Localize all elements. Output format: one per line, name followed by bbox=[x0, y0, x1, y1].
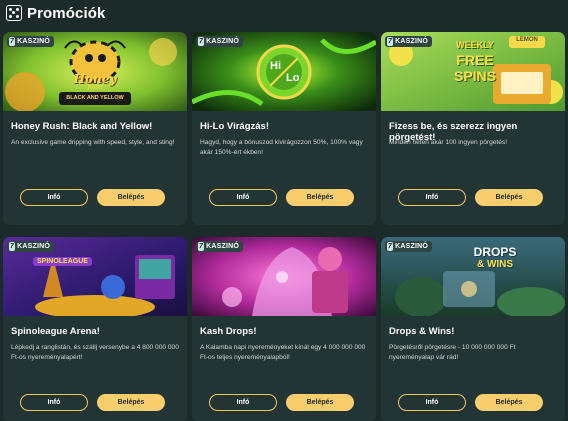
casino-badge: 7 KASZINÓ bbox=[385, 36, 432, 47]
casino-badge: 7 KASZINÓ bbox=[385, 241, 432, 252]
casino-badge: 7 KASZINÓ bbox=[196, 241, 243, 252]
banner-text: WEEKLY bbox=[456, 40, 494, 50]
promo-banner[interactable]: Hi Lo 7 KASZINÓ bbox=[192, 32, 376, 111]
promo-card-hi-lo: Hi Lo 7 KASZINÓ Hi-Lo Virágzás! Hagyd, h… bbox=[192, 32, 376, 225]
promo-title: Honey Rush: Black and Yellow! bbox=[11, 121, 153, 132]
promo-description: Lépkedj a ranglistán, és szállj versenyb… bbox=[11, 344, 179, 361]
banner-text: & WINS bbox=[476, 259, 514, 270]
promo-banner[interactable]: WEEKLY FREE SPINS LEMON 7 KASZINÓ bbox=[381, 32, 565, 111]
info-button[interactable]: Infó bbox=[209, 189, 277, 206]
promo-title: Kash Drops! bbox=[200, 326, 257, 337]
badge-label: KASZINÓ bbox=[395, 243, 428, 250]
promo-card-weekly-free-spins: WEEKLY FREE SPINS LEMON 7 KASZINÓ Fizess… bbox=[381, 32, 565, 225]
promo-title: Hi-Lo Virágzás! bbox=[200, 121, 269, 132]
brand-logo-icon: 7 bbox=[9, 37, 16, 46]
enter-button[interactable]: Belépés bbox=[286, 189, 354, 206]
promo-card-spinoleague: SPINOLEAGUE 7 KASZINÓ Spinoleague Arena!… bbox=[3, 237, 187, 421]
enter-button[interactable]: Belépés bbox=[475, 394, 543, 411]
info-button[interactable]: Infó bbox=[398, 394, 466, 411]
banner-text: Hi bbox=[270, 60, 281, 72]
promo-card-kash-drops: 7 KASZINÓ Kash Drops! A Kalamba napi nye… bbox=[192, 237, 376, 421]
brand-logo-icon: 7 bbox=[198, 242, 205, 251]
enter-button[interactable]: Belépés bbox=[97, 189, 165, 206]
banner-text: LEMON bbox=[516, 37, 538, 43]
enter-button[interactable]: Belépés bbox=[97, 394, 165, 411]
enter-button[interactable]: Belépés bbox=[286, 394, 354, 411]
promo-banner[interactable]: SPINOLEAGUE 7 KASZINÓ bbox=[3, 237, 187, 316]
casino-badge: 7 KASZINÓ bbox=[7, 241, 54, 252]
info-button[interactable]: Infó bbox=[20, 394, 88, 411]
banner-text: SPINOLEAGUE bbox=[33, 257, 92, 266]
promo-title: Spinoleague Arena! bbox=[11, 326, 100, 337]
casino-badge: 7 KASZINÓ bbox=[196, 36, 243, 47]
casino-badge: 7 KASZINÓ bbox=[7, 36, 54, 47]
info-button[interactable]: Infó bbox=[398, 189, 466, 206]
banner-text: SPINS bbox=[453, 68, 496, 84]
page-header: Promóciók bbox=[6, 3, 105, 23]
brand-logo-icon: 7 bbox=[387, 37, 394, 46]
promo-banner[interactable]: 7 KASZINÓ bbox=[192, 237, 376, 316]
promo-description: A Kalamba napi nyereményeket kínál egy 4… bbox=[200, 344, 366, 361]
badge-label: KASZINÓ bbox=[17, 243, 50, 250]
promo-banner[interactable]: Honey Rush BLACK AND YELLOW 7 KASZINÓ bbox=[3, 32, 187, 111]
promo-description: Minden héten akár 100 ingyen pörgetés! bbox=[389, 139, 508, 146]
badge-label: KASZINÓ bbox=[395, 38, 428, 45]
banner-text: Lo bbox=[286, 72, 300, 84]
promo-description: Pörgetésről pörgetésre - 10 000 000 000 … bbox=[389, 344, 516, 361]
promotions-grid: Honey Rush BLACK AND YELLOW 7 KASZINÓ Ho… bbox=[3, 32, 565, 421]
brand-logo-icon: 7 bbox=[9, 242, 16, 251]
banner-text: FREE bbox=[456, 52, 494, 68]
brand-logo-icon: 7 bbox=[198, 37, 205, 46]
brand-logo-icon: 7 bbox=[387, 242, 394, 251]
badge-label: KASZINÓ bbox=[206, 243, 239, 250]
badge-label: KASZINÓ bbox=[17, 38, 50, 45]
dice-icon bbox=[6, 5, 22, 21]
info-button[interactable]: Infó bbox=[20, 189, 88, 206]
enter-button[interactable]: Belépés bbox=[475, 189, 543, 206]
promo-card-drops-and-wins: DROPS & WINS 7 KASZINÓ Drops & Wins! Pör… bbox=[381, 237, 565, 421]
promo-card-honey-rush: Honey Rush BLACK AND YELLOW 7 KASZINÓ Ho… bbox=[3, 32, 187, 225]
info-button[interactable]: Infó bbox=[209, 394, 277, 411]
page-title: Promóciók bbox=[27, 4, 106, 22]
banner-text: BLACK AND YELLOW bbox=[66, 95, 124, 101]
promo-description: Hagyd, hogy a bónuszod kivirágozzon 50%,… bbox=[200, 139, 363, 156]
promo-description: An exclusive game dripping with speed, s… bbox=[11, 139, 175, 146]
banner-text: DROPS bbox=[473, 245, 517, 259]
banner-text: Rush bbox=[87, 84, 103, 91]
promo-title: Drops & Wins! bbox=[389, 326, 455, 337]
badge-label: KASZINÓ bbox=[206, 38, 239, 45]
promo-banner[interactable]: DROPS & WINS 7 KASZINÓ bbox=[381, 237, 565, 316]
